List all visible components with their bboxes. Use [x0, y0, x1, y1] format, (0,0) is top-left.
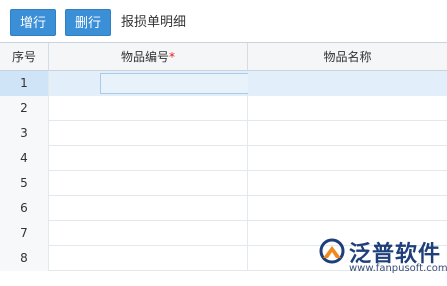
row-seq: 4: [0, 146, 49, 171]
detail-title: 报损单明细: [121, 15, 187, 30]
item-code-cell[interactable]: [49, 196, 248, 221]
fanpu-watermark: 泛普软件 www.fanpusoft.com: [315, 234, 447, 286]
item-code-cell[interactable]: [49, 146, 248, 171]
toolbar: 增行 删行 报损单明细: [0, 0, 447, 42]
table-row[interactable]: 4: [0, 146, 447, 171]
item-code-cell[interactable]: [49, 246, 248, 271]
item-name-cell[interactable]: [248, 146, 447, 171]
watermark-url: www.fanpusoft.com: [349, 263, 447, 274]
delete-row-button[interactable]: 删行: [65, 9, 111, 36]
fanpu-logo-icon: [319, 238, 345, 264]
item-code-cell[interactable]: [49, 71, 295, 96]
table-row[interactable]: 2: [0, 96, 447, 121]
column-header-name: 物品名称: [323, 50, 372, 64]
row-seq: 7: [0, 221, 49, 246]
item-name-cell[interactable]: [248, 171, 447, 196]
add-row-button[interactable]: 增行: [10, 9, 56, 36]
table-row[interactable]: 5: [0, 171, 447, 196]
item-name-cell[interactable]: [248, 196, 447, 221]
item-code-cell[interactable]: [49, 96, 248, 121]
item-name-cell[interactable]: [248, 96, 447, 121]
row-seq: 2: [0, 96, 49, 121]
item-code-cell[interactable]: [49, 221, 248, 246]
column-header-code-label: 物品编号: [120, 50, 169, 64]
table-row[interactable]: 6: [0, 196, 447, 221]
row-seq: 8: [0, 246, 49, 271]
row-seq: 3: [0, 121, 49, 146]
column-header-code: 物品编号*: [49, 43, 248, 71]
table-row[interactable]: 1: [0, 71, 447, 96]
row-seq: 1: [0, 71, 49, 96]
item-name-cell[interactable]: [248, 71, 447, 96]
item-code-cell[interactable]: [49, 121, 248, 146]
row-seq: 6: [0, 196, 49, 221]
row-seq: 5: [0, 171, 49, 196]
column-header-seq: 序号: [0, 43, 49, 71]
grid-header: 序号 物品编号* 物品名称: [0, 43, 447, 71]
table-row[interactable]: 3: [0, 121, 447, 146]
item-code-cell[interactable]: [49, 171, 248, 196]
required-mark: *: [169, 50, 175, 64]
item-name-cell[interactable]: [248, 121, 447, 146]
